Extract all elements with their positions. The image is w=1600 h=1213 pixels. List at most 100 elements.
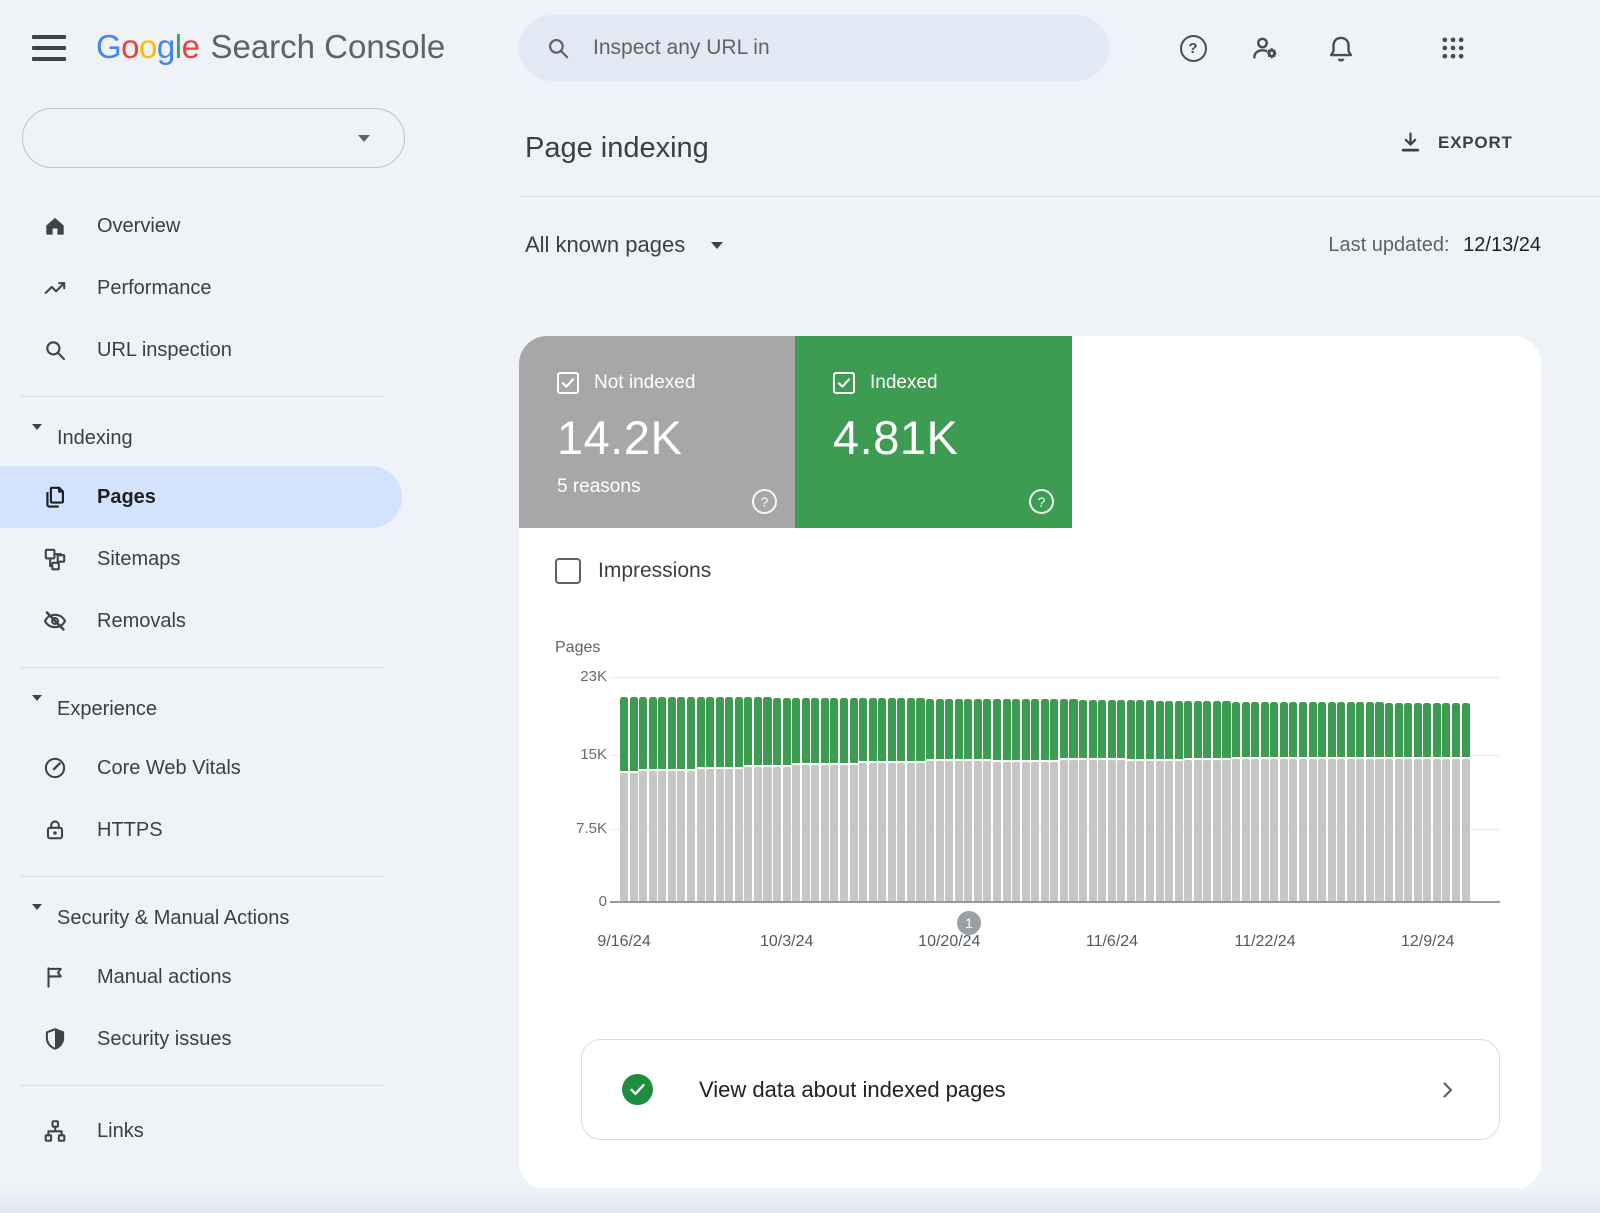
chart-bar[interactable] [1213,701,1221,902]
help-icon[interactable]: ? [1178,33,1208,63]
url-inspection-searchbar[interactable]: Inspect any URL in [519,15,1109,81]
chart-bar[interactable] [821,698,829,902]
sidebar-item-url-inspection[interactable]: URL inspection [0,319,500,381]
chart-bar[interactable] [1270,702,1278,902]
sidebar-item-sitemaps[interactable]: Sitemaps [0,528,500,590]
chart-bar[interactable] [1404,703,1412,902]
chart-bar[interactable] [1328,702,1336,902]
chart-bar[interactable] [850,698,858,902]
chart-bar[interactable] [1117,700,1125,902]
chart-bar[interactable] [1299,702,1307,902]
chart-bar[interactable] [649,697,657,902]
sidebar-item-security-issues[interactable]: Security issues [0,1008,500,1070]
account-settings-icon[interactable] [1250,33,1280,63]
chart-bar[interactable] [1146,700,1154,902]
chart-bar[interactable] [830,698,838,902]
apps-grid-icon[interactable] [1438,33,1468,63]
chart-bar[interactable] [706,697,714,902]
chart-bar[interactable] [993,699,1001,902]
chart-bar[interactable] [1442,703,1450,902]
export-button[interactable]: EXPORT [1398,130,1513,155]
chart-bar[interactable] [1347,702,1355,902]
chart-bar[interactable] [697,697,705,902]
chart-bar[interactable] [763,697,771,902]
chart-bar[interactable] [1414,703,1422,902]
chart-bar[interactable] [1289,702,1297,902]
help-icon[interactable]: ? [1029,489,1054,514]
chart-bar[interactable] [1089,700,1097,902]
chart-bar[interactable] [1012,699,1020,902]
chart-bar[interactable] [1069,699,1077,902]
chart-bar[interactable] [983,699,991,902]
chart-bar[interactable] [1423,703,1431,902]
chart-bar[interactable] [955,699,963,902]
help-icon[interactable]: ? [752,489,777,514]
chart-bar[interactable] [1375,702,1383,902]
chart-bar[interactable] [639,697,647,902]
chart-bar[interactable] [668,697,676,902]
impressions-checkbox[interactable] [555,558,581,584]
chart-bar[interactable] [620,697,628,902]
chart-bar[interactable] [792,698,800,902]
chart-bar[interactable] [1318,702,1326,902]
indexed-checkbox[interactable] [833,372,855,394]
notifications-icon[interactable] [1326,33,1356,63]
chart-bar[interactable] [1309,702,1317,902]
chart-bar[interactable] [926,699,934,902]
chart-bar[interactable] [1184,701,1192,902]
chart-bar[interactable] [754,697,762,902]
page-filter-dropdown[interactable]: All known pages [525,232,723,258]
indexed-card[interactable]: Indexed 4.81K ? [795,336,1072,528]
chart-bar[interactable] [1395,703,1403,902]
menu-icon[interactable] [32,35,66,61]
chart-bar[interactable] [630,697,638,902]
view-indexed-data-button[interactable]: View data about indexed pages [581,1039,1500,1140]
sidebar-item-core-web-vitals[interactable]: Core Web Vitals [0,737,500,799]
chart-bar[interactable] [783,698,791,903]
sidebar-item-https[interactable]: HTTPS [0,799,500,861]
property-selector[interactable] [22,108,405,168]
chart-bar[interactable] [1127,700,1135,902]
chart-bar[interactable] [897,698,905,902]
chart-bar[interactable] [1385,703,1393,902]
chart-bar[interactable] [658,697,666,902]
chart-bar[interactable] [1366,702,1374,902]
chart-bar[interactable] [1356,702,1364,902]
chart-bar[interactable] [1462,703,1470,902]
chart-bar[interactable] [869,698,877,902]
chart-bar[interactable] [725,697,733,902]
chart-bar[interactable] [1050,699,1058,902]
chart-bar[interactable] [1098,700,1106,902]
chart-bar[interactable] [716,697,724,902]
chart-bar[interactable] [687,697,695,902]
chart-bar[interactable] [859,698,867,902]
sidebar-item-removals[interactable]: Removals [0,590,500,652]
not-indexed-checkbox[interactable] [557,372,579,394]
chart-bar[interactable] [974,699,982,902]
chart-bar[interactable] [1203,701,1211,902]
chart-bar[interactable] [773,698,781,903]
sidebar-section-indexing[interactable]: Indexing [0,411,500,466]
sidebar-section-security-manual-actions[interactable]: Security & Manual Actions [0,891,500,946]
chart-bar[interactable] [964,699,972,902]
sidebar-item-links[interactable]: Links [0,1100,500,1162]
chart-bar[interactable] [945,699,953,902]
chart-bar[interactable] [888,698,896,902]
chart-bar[interactable] [1261,702,1269,902]
chart-bar[interactable] [1060,699,1068,902]
chart-bar[interactable] [1136,700,1144,902]
chart-bar[interactable] [1232,702,1240,902]
chart-bar[interactable] [1242,702,1250,902]
chart-bar[interactable] [1079,700,1087,902]
chart-bar[interactable] [936,699,944,902]
sidebar-section-experience[interactable]: Experience [0,682,500,737]
chart-bar[interactable] [1031,699,1039,902]
chart-bar[interactable] [1222,701,1230,902]
chart-bar[interactable] [1165,701,1173,902]
chart-bar[interactable] [1433,703,1441,902]
chart-bar[interactable] [1175,701,1183,902]
chart-bar[interactable] [1280,702,1288,902]
chart-bar[interactable] [1452,703,1460,902]
chart-bar[interactable] [744,697,752,902]
chart-bar[interactable] [1003,699,1011,902]
